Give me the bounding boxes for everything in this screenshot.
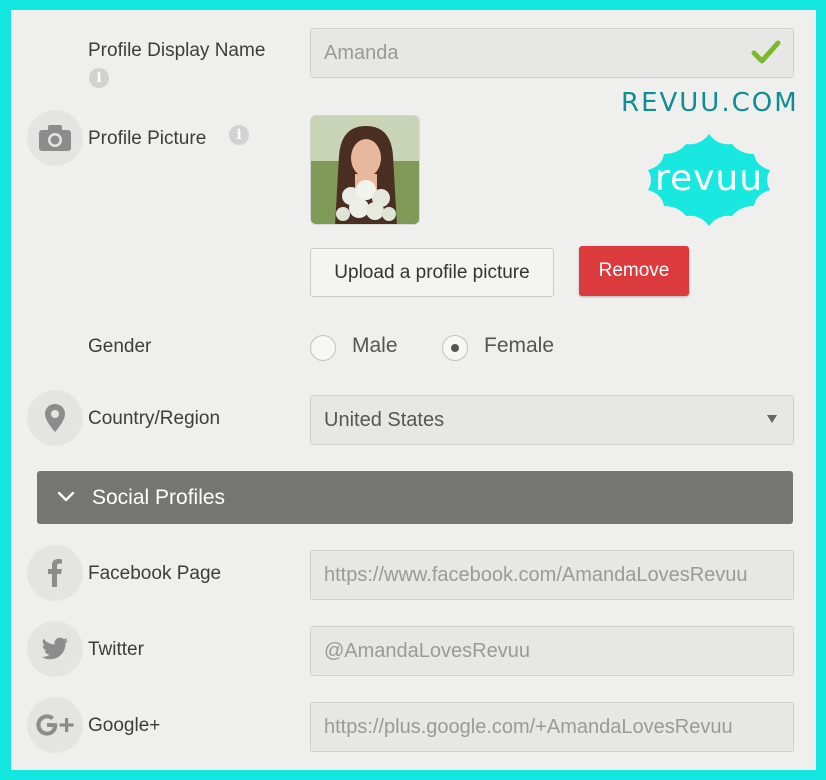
facebook-label: Facebook Page [88, 563, 222, 584]
social-profiles-title: Social Profiles [92, 486, 226, 509]
dropdown-arrow-icon [767, 415, 777, 423]
google-plus-label: Google+ [88, 715, 161, 736]
gender-female-label[interactable]: Female [484, 334, 554, 358]
twitter-input[interactable]: @AmandaLovesRevuu [310, 626, 794, 676]
google-plus-input[interactable]: https://plus.google.com/+AmandaLovesRevu… [310, 702, 794, 752]
gender-male-radio[interactable] [310, 335, 336, 361]
profile-settings-panel: Profile Display Name i Amanda Profile Pi… [11, 10, 816, 770]
country-label: Country/Region [88, 408, 221, 429]
google-plus-icon [27, 697, 83, 753]
profile-picture-thumbnail [310, 115, 420, 225]
facebook-input-value: https://www.facebook.com/AmandaLovesRevu… [324, 564, 748, 586]
brand-site-text: REVUU.COM [621, 88, 799, 118]
google-plus-input-value: https://plus.google.com/+AmandaLovesRevu… [324, 716, 733, 738]
country-select[interactable]: United States [310, 395, 794, 445]
info-icon[interactable]: i [89, 68, 109, 88]
location-pin-icon [27, 390, 83, 446]
facebook-icon [27, 545, 83, 601]
checkmark-icon [751, 40, 781, 64]
facebook-input[interactable]: https://www.facebook.com/AmandaLovesRevu… [310, 550, 794, 600]
twitter-icon [27, 621, 83, 677]
camera-icon [27, 110, 83, 166]
display-name-input[interactable]: Amanda [310, 28, 794, 78]
brand-badge: revuu [636, 130, 782, 235]
display-name-value: Amanda [324, 42, 399, 64]
upload-picture-button[interactable]: Upload a profile picture [310, 248, 554, 297]
gender-male-label[interactable]: Male [352, 334, 398, 358]
chevron-down-icon [57, 491, 75, 502]
country-select-value: United States [324, 409, 445, 431]
twitter-input-value: @AmandaLovesRevuu [324, 640, 530, 662]
gender-label: Gender [88, 336, 152, 357]
remove-picture-button[interactable]: Remove [579, 246, 689, 296]
display-name-label: Profile Display Name [88, 40, 266, 61]
social-profiles-section-toggle[interactable]: Social Profiles [37, 471, 793, 524]
gender-female-radio[interactable] [442, 335, 468, 361]
info-icon[interactable]: i [229, 125, 249, 145]
profile-picture-label: Profile Picture [88, 128, 207, 149]
brand-badge-text: revuu [654, 158, 764, 199]
twitter-label: Twitter [88, 639, 144, 660]
